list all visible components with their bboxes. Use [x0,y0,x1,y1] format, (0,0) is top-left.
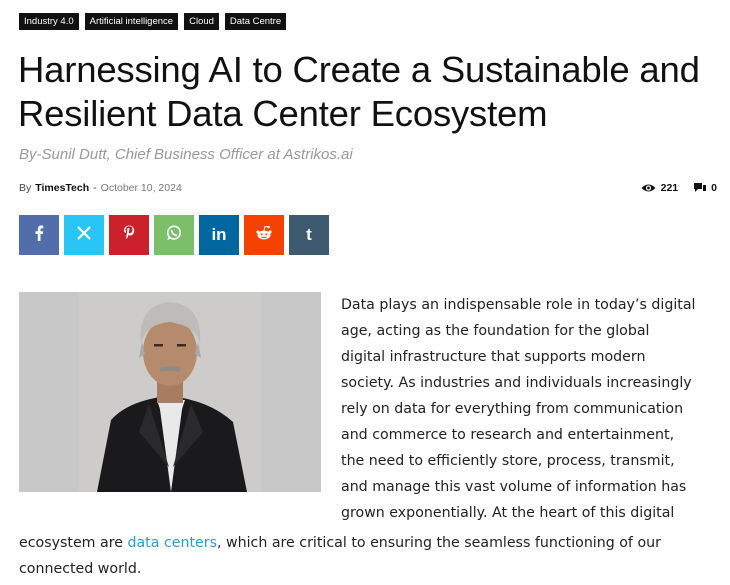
linkedin-share-button[interactable]: in [199,215,239,255]
views-stat: 221 [641,182,679,194]
tumblr-icon: t [306,225,312,244]
paragraph-line: the need to efficiently store, process, … [341,453,675,469]
article-subtitle: By-Sunil Dutt, Chief Business Officer at… [19,146,353,163]
tumblr-share-button[interactable]: t [289,215,329,255]
whatsapp-share-button[interactable] [154,215,194,255]
data-centers-link[interactable]: data centers [127,535,217,551]
facebook-icon [34,225,44,246]
tag-industry-4-0[interactable]: Industry 4.0 [19,13,79,30]
x-share-button[interactable] [64,215,104,255]
facebook-share-button[interactable] [19,215,59,255]
article-intro-column: Data plays an indispensable role in toda… [341,292,721,526]
paragraph-line: age, acting as the foundation for the gl… [341,323,650,339]
tag-data-centre[interactable]: Data Centre [224,13,287,30]
comments-count: 0 [711,182,717,194]
author-photo [19,292,321,492]
paragraph-line: grown exponentially. At the heart of thi… [341,505,675,521]
author-link[interactable]: TimesTech [35,182,89,194]
paragraph-line: and manage this vast volume of informati… [341,479,687,495]
paragraph-line: Data plays an indispensable role in toda… [341,297,696,313]
by-label: By [19,182,32,194]
article-title: Harnessing AI to Create a Sustainable an… [18,49,700,134]
paragraph-line: connected world. [19,561,142,577]
comments-stat[interactable]: 0 [694,182,717,194]
publish-date: October 10, 2024 [100,182,182,194]
paragraph-line: society. As industries and individuals i… [341,375,692,391]
comments-icon [694,183,707,193]
reddit-share-button[interactable] [244,215,284,255]
paragraph-line: rely on data for everything from communi… [341,401,684,417]
x-icon [77,225,91,245]
eye-icon [641,183,656,193]
reddit-icon [255,225,273,246]
text-fragment: , which are critical to ensuring the sea… [216,535,661,551]
pinterest-icon [123,225,135,246]
category-tags: Industry 4.0 Artificial intelligence Clo… [19,13,287,30]
article-meta: By TimesTech - October 10, 2024 221 0 [19,182,717,194]
views-count: 221 [660,182,679,194]
text-fragment: ecosystem are [19,535,128,551]
article-page: Industry 4.0 Artificial intelligence Clo… [0,0,730,585]
tag-cloud[interactable]: Cloud [184,13,219,30]
tag-artificial-intelligence[interactable]: Artificial intelligence [84,13,179,30]
paragraph-line: ecosystem are data centers, which are cr… [19,530,719,556]
whatsapp-icon [166,224,182,246]
paragraph-line: and commerce to research and entertainme… [341,427,675,443]
linkedin-icon: in [211,225,227,244]
paragraph-line: digital infrastructure that supports mod… [341,349,646,365]
article-paragraph-continued: ecosystem are data centers, which are cr… [19,530,719,582]
share-buttons: in t [19,215,329,255]
meta-separator: - [93,182,97,194]
pinterest-share-button[interactable] [109,215,149,255]
